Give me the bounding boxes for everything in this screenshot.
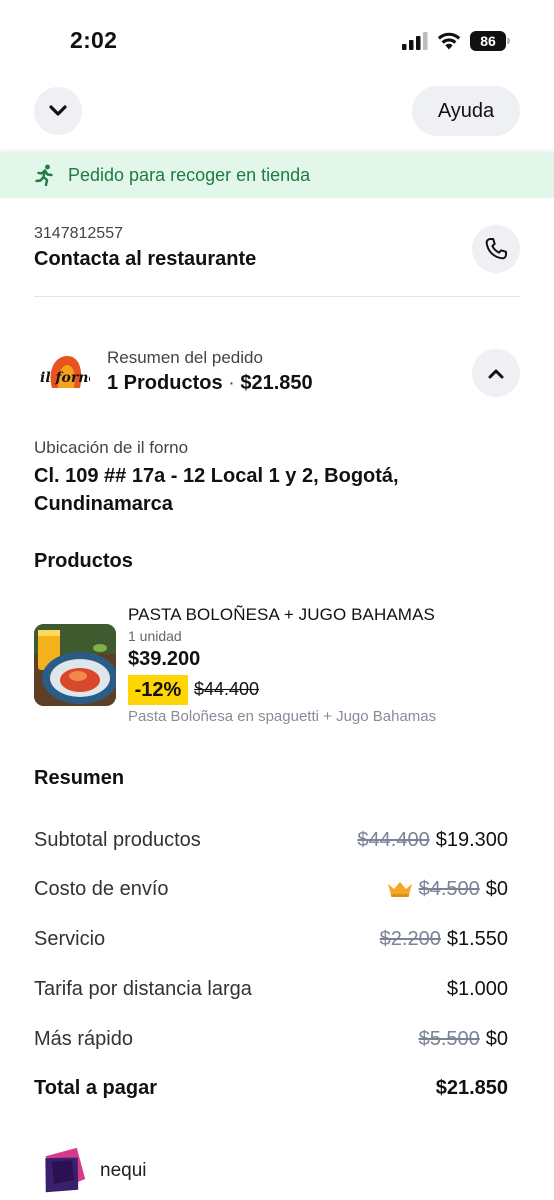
toggle-summary-button[interactable] (472, 349, 520, 397)
summary-row-delivery: Costo de envío $4.500 $0 (34, 874, 508, 904)
order-summary-line: 1 Productos · $21.850 (107, 372, 313, 395)
running-person-icon (35, 164, 53, 186)
nequi-logo (38, 1147, 88, 1196)
collapse-button[interactable] (34, 87, 82, 135)
summary-row-label: Más rápido (34, 1027, 133, 1050)
summary-row-old-value: $5.500 (418, 1027, 480, 1050)
store-logo: il forno (38, 352, 98, 392)
contact-restaurant-label: Contacta al restaurante (34, 248, 257, 270)
order-summary-label: Resumen del pedido (107, 348, 263, 367)
summary-row-label: Subtotal productos (34, 828, 201, 851)
location-label: Ubicación de il forno (34, 438, 189, 457)
discount-badge: -12% (128, 675, 188, 705)
pickup-banner: Pedido para recoger en tienda (0, 152, 554, 198)
summary-row-value: $1.550 (446, 927, 508, 950)
separator-dot: · (228, 372, 235, 394)
summary-row-label: Tarifa por distancia larga (34, 977, 252, 1000)
summary-row-label: Costo de envío (34, 877, 169, 900)
restaurant-phone: 3147812557 (34, 225, 123, 242)
resumen-heading: Resumen (34, 767, 125, 789)
order-total: $21.850 (240, 372, 313, 394)
summary-row-old-value: $2.200 (379, 927, 441, 950)
status-icons: 86 (402, 31, 510, 51)
product-name: PASTA BOLOÑESA + JUGO BAHAMAS (128, 605, 435, 624)
summary-row-old-value: $4.500 (418, 877, 480, 900)
signal-icon (402, 32, 428, 50)
product-description: Pasta Boloñesa en spaguetti + Jugo Baham… (128, 708, 437, 725)
location-address: Cl. 109 ## 17a - 12 Local 1 y 2, Bogotá,… (34, 465, 399, 515)
summary-row-total: Total a pagar $21.850 (34, 1073, 508, 1103)
status-time: 2:02 (70, 27, 118, 53)
summary-row-subtotal: Subtotal productos $44.400 $19.300 (34, 825, 508, 855)
battery-icon: 86 (470, 31, 510, 51)
products-heading: Productos (34, 550, 133, 572)
summary-row-faster: Más rápido $5.500 $0 (34, 1024, 508, 1054)
chevron-down-icon (49, 105, 67, 116)
payment-method-label: nequi (100, 1160, 147, 1181)
product-image (34, 624, 116, 706)
summary-row-value: $0 (485, 877, 508, 900)
product-price: $39.200 (128, 648, 201, 670)
svg-text:il forno: il forno (40, 370, 90, 386)
summary-row-service: Servicio $2.200 $1.550 (34, 924, 508, 954)
total-label: Total a pagar (34, 1076, 157, 1099)
products-count: 1 Productos (107, 372, 223, 394)
summary-row-old-value: $44.400 (357, 828, 430, 851)
phone-icon (485, 238, 507, 260)
crown-icon (387, 882, 412, 897)
summary-row-value: $1.000 (446, 977, 508, 1000)
product-old-price: $44.400 (194, 679, 260, 699)
call-button[interactable] (472, 225, 520, 273)
wifi-icon (437, 32, 461, 50)
status-bar: 2:02 86 (0, 0, 554, 78)
battery-level: 86 (480, 33, 496, 49)
total-value: $21.850 (435, 1076, 508, 1099)
chevron-up-icon (488, 369, 504, 378)
divider (34, 296, 520, 297)
summary-row-long-distance: Tarifa por distancia larga $1.000 (34, 974, 508, 1004)
help-button[interactable]: Ayuda (412, 86, 520, 136)
summary-row-value: $19.300 (435, 828, 508, 851)
summary-row-label: Servicio (34, 927, 106, 950)
product-quantity: 1 unidad (128, 628, 182, 644)
summary-row-value: $0 (485, 1027, 508, 1050)
pickup-banner-text: Pedido para recoger en tienda (68, 164, 311, 185)
